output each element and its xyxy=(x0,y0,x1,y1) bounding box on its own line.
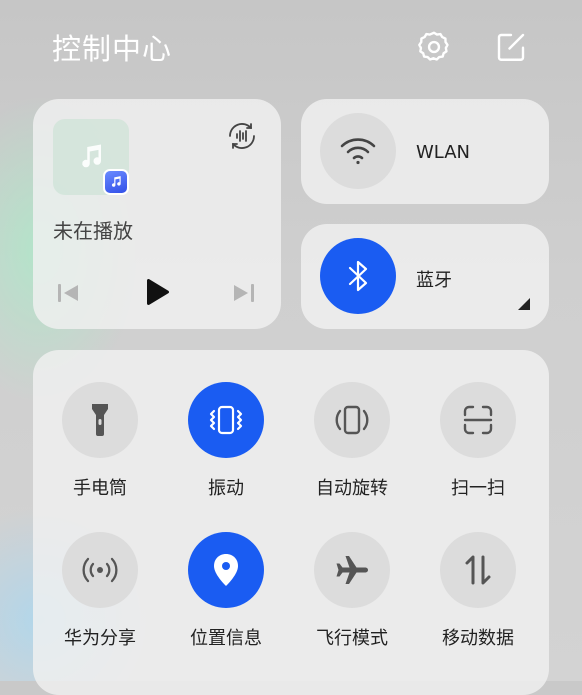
toggle-label: 位置信息 xyxy=(190,628,262,649)
toggle-scan[interactable]: 扫一扫 xyxy=(418,382,538,500)
toggle-label: 手电筒 xyxy=(73,478,127,499)
scan-button[interactable] xyxy=(440,382,516,458)
wifi-icon xyxy=(340,138,376,165)
audio-output-button[interactable] xyxy=(223,117,261,155)
edit-button[interactable] xyxy=(491,27,531,67)
location-button[interactable] xyxy=(188,532,264,608)
media-card[interactable]: 未在播放 xyxy=(33,99,281,329)
toggles-panel: 手电筒 振动 自动旋转 扫一扫 华为分享 位置信息 飞行模式 移动数据 xyxy=(33,350,549,695)
toggle-auto-rotate[interactable]: 自动旋转 xyxy=(292,382,412,500)
toggle-label: 振动 xyxy=(208,478,244,499)
mobile-data-icon xyxy=(465,555,491,585)
settings-button[interactable] xyxy=(414,27,454,67)
auto-rotate-button[interactable] xyxy=(314,382,390,458)
expand-corner-icon xyxy=(518,298,530,310)
bluetooth-toggle[interactable] xyxy=(320,238,396,314)
toggle-label: 华为分享 xyxy=(64,628,136,649)
toggle-share[interactable]: 华为分享 xyxy=(40,532,160,650)
share-button[interactable] xyxy=(62,532,138,608)
toggle-vibrate[interactable]: 振动 xyxy=(166,382,286,500)
toggle-label: 自动旋转 xyxy=(316,478,388,499)
airplane-button[interactable] xyxy=(314,532,390,608)
location-icon xyxy=(214,554,238,586)
toggle-label: 飞行模式 xyxy=(316,628,388,649)
mobile-data-button[interactable] xyxy=(440,532,516,608)
edit-icon xyxy=(497,33,525,61)
previous-button[interactable] xyxy=(51,275,87,311)
toggle-airplane[interactable]: 飞行模式 xyxy=(292,532,412,650)
flashlight-icon xyxy=(92,404,108,436)
share-icon xyxy=(82,557,118,583)
scan-icon xyxy=(463,405,493,435)
play-button[interactable] xyxy=(139,275,175,311)
skip-next-icon xyxy=(234,284,254,302)
wlan-toggle[interactable] xyxy=(320,113,396,189)
play-icon xyxy=(147,278,170,306)
wlan-tile[interactable]: WLAN xyxy=(301,99,549,204)
vibrate-icon xyxy=(209,405,243,435)
music-note-icon xyxy=(82,144,102,168)
airplane-icon xyxy=(336,556,368,584)
audio-wave-icon xyxy=(229,123,255,149)
toggle-location[interactable]: 位置信息 xyxy=(166,532,286,650)
music-app-icon xyxy=(103,169,129,195)
skip-previous-icon xyxy=(58,284,78,302)
bluetooth-tile[interactable]: 蓝牙 xyxy=(301,224,549,329)
bluetooth-label: 蓝牙 xyxy=(416,270,452,291)
auto-rotate-icon xyxy=(335,405,369,435)
wlan-label: WLAN xyxy=(416,142,471,163)
flashlight-button[interactable] xyxy=(62,382,138,458)
media-status: 未在播放 xyxy=(53,219,133,243)
toggle-label: 移动数据 xyxy=(442,628,514,649)
page-title: 控制中心 xyxy=(52,32,173,66)
toggle-mobile-data[interactable]: 移动数据 xyxy=(418,532,538,650)
bluetooth-icon xyxy=(348,260,368,292)
gear-icon xyxy=(418,31,449,61)
vibrate-button[interactable] xyxy=(188,382,264,458)
bluetooth-expand-button[interactable] xyxy=(517,296,531,310)
next-button[interactable] xyxy=(225,275,261,311)
toggle-flashlight[interactable]: 手电筒 xyxy=(40,382,160,500)
toggle-label: 扫一扫 xyxy=(451,478,505,499)
